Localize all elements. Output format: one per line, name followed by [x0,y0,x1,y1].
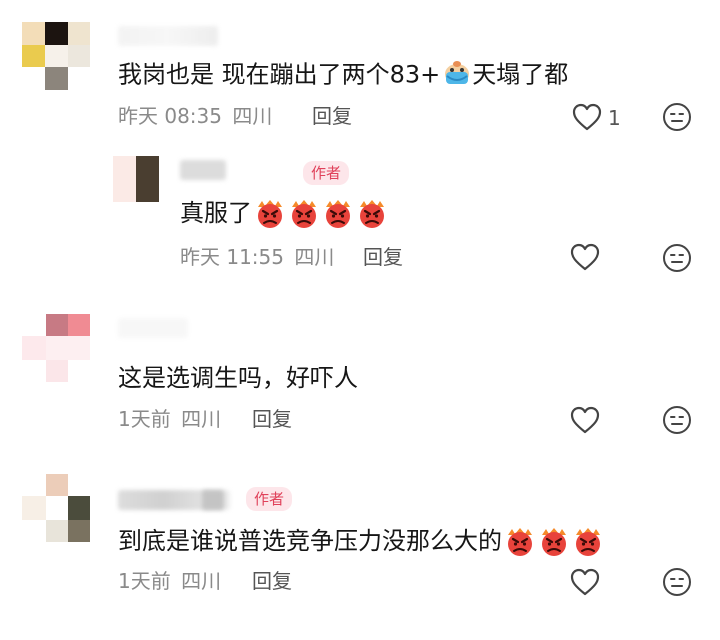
avatar[interactable] [22,474,90,542]
comment-text-body: 到底是谁说普选竞争压力没那么大的 [118,527,502,555]
comment-location: 四川 [181,569,222,593]
neutral-face-icon[interactable] [662,243,692,273]
angry-face-emoji [292,200,316,228]
username-redacted[interactable] [202,490,224,510]
comment-time: 1天前 [118,569,171,593]
comment-text: 到底是谁说普选竞争压力没那么大的 [118,526,604,557]
avatar[interactable] [113,156,159,202]
username-redacted[interactable] [118,318,188,338]
comment-meta: 昨天 08:35 四川 [118,103,272,129]
heart-outline-icon[interactable] [570,243,600,271]
username-redacted[interactable] [118,26,218,46]
comment-time: 1天前 [118,407,171,431]
comment-location: 四川 [181,407,222,431]
angry-face-emoji [326,200,350,228]
comment-text: 真服了 [180,198,388,229]
heart-outline-icon[interactable] [570,406,600,434]
angry-face-emoji [360,200,384,228]
comment-text-part1: 我岗也是 现在蹦出了两个83+ [118,60,441,89]
neutral-face-icon[interactable] [662,102,692,132]
comment-text-part2: 天塌了都 [472,60,569,89]
heart-outline-icon[interactable] [572,103,602,131]
angry-face-emoji [508,528,532,556]
comment-text: 这是选调生吗，好吓人 [118,364,358,392]
angry-face-emoji [258,200,282,228]
comment-text: 我岗也是 现在蹦出了两个83+ 天塌了都 [118,58,568,93]
angry-face-emoji [542,528,566,556]
reply-button[interactable]: 回复 [312,103,352,129]
comment-text-body: 真服了 [180,199,252,227]
comment-time: 昨天 11:55 [180,245,284,269]
reply-button[interactable]: 回复 [363,244,403,270]
heart-outline-icon[interactable] [570,568,600,596]
like-count: 1 [608,106,621,130]
neutral-face-icon[interactable] [662,405,692,435]
comment-location: 四川 [294,245,335,269]
comment-meta: 1天前 四川 [118,406,221,432]
comment-time: 昨天 08:35 [118,104,222,128]
comment-meta: 1天前 四川 [118,568,221,594]
reply-button[interactable]: 回复 [252,406,292,432]
username-redacted[interactable] [180,160,226,180]
reply-button[interactable]: 回复 [252,568,292,594]
angry-face-emoji [576,528,600,556]
neutral-face-icon[interactable] [662,567,692,597]
author-badge: 作者 [246,487,293,511]
author-badge: 作者 [303,161,350,185]
crying-face-emoji [442,58,472,93]
avatar[interactable] [22,22,90,90]
comment-location: 四川 [232,104,273,128]
comment-meta: 昨天 11:55 四川 [180,244,334,270]
avatar[interactable] [22,314,90,382]
